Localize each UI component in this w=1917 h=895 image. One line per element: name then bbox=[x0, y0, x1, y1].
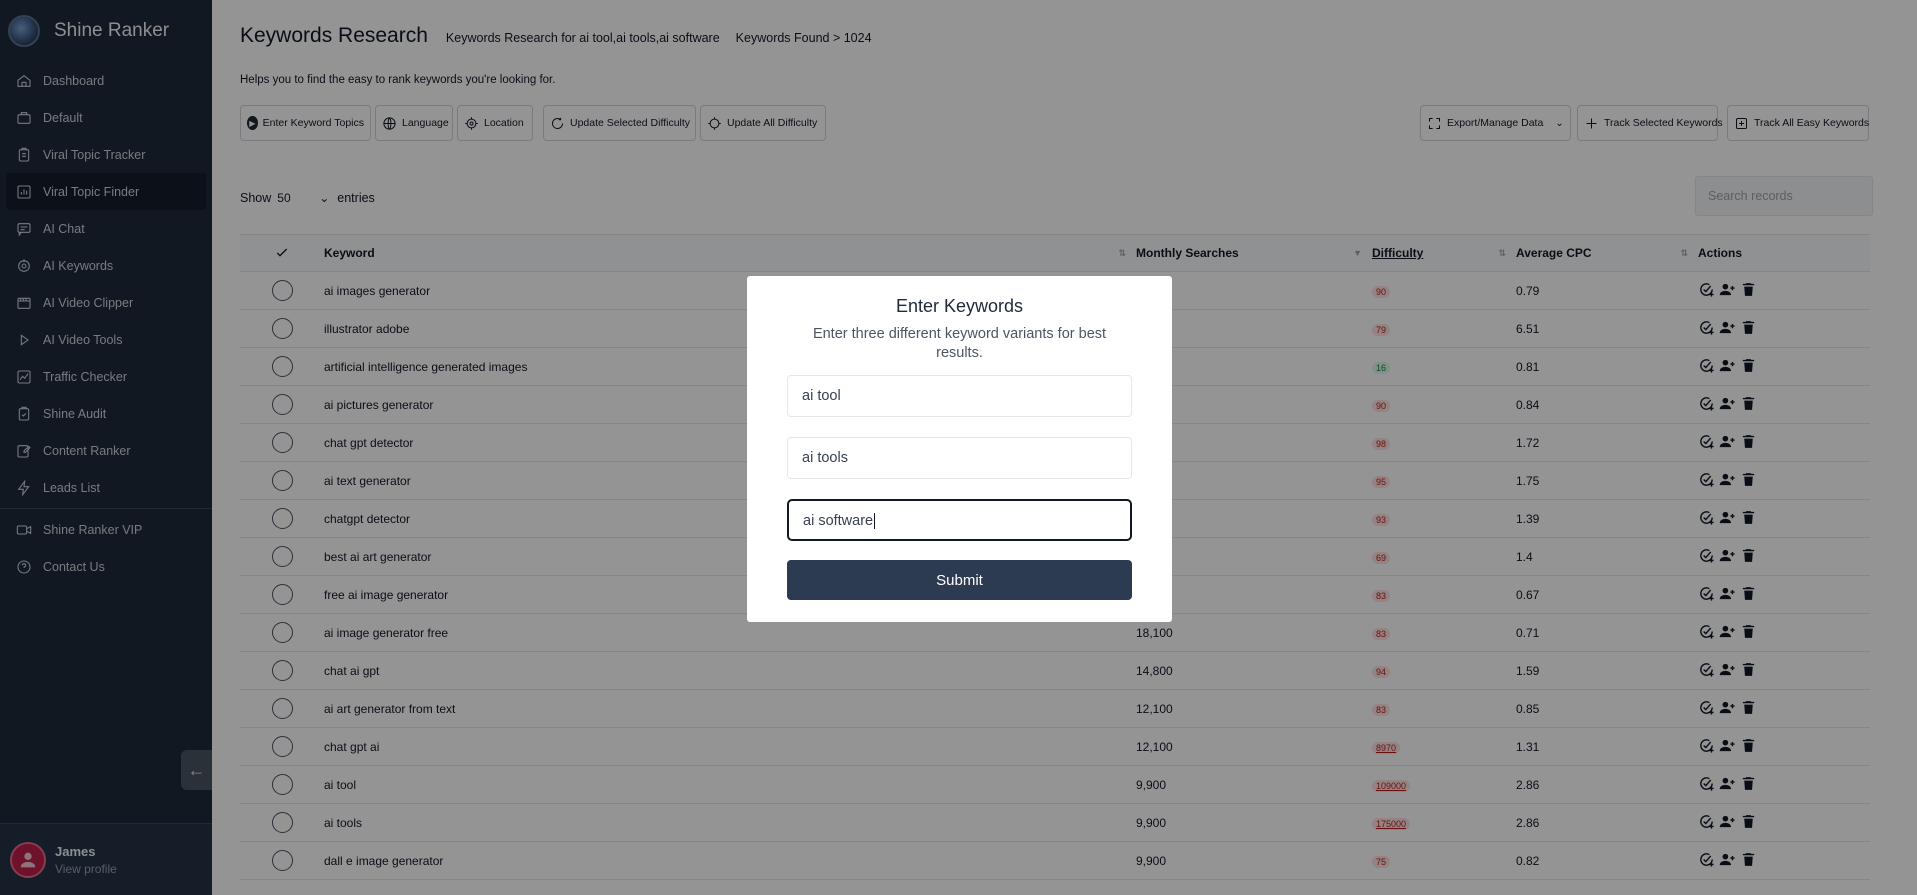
keyword-input-3-value: ai software bbox=[803, 513, 874, 529]
modal-title: Enter Keywords bbox=[895, 296, 1024, 316]
text-cursor bbox=[874, 513, 876, 529]
modal-description: Enter three different keyword variants f… bbox=[812, 326, 1107, 361]
keyword-input-1[interactable]: ai tool bbox=[787, 375, 1132, 417]
submit-button[interactable]: Submit bbox=[787, 560, 1132, 600]
keyword-input-3[interactable]: ai software bbox=[787, 499, 1132, 541]
keyword-input-2[interactable]: ai tools bbox=[787, 437, 1132, 479]
enter-keywords-modal: Enter Keywords Enter three different key… bbox=[747, 276, 1172, 622]
